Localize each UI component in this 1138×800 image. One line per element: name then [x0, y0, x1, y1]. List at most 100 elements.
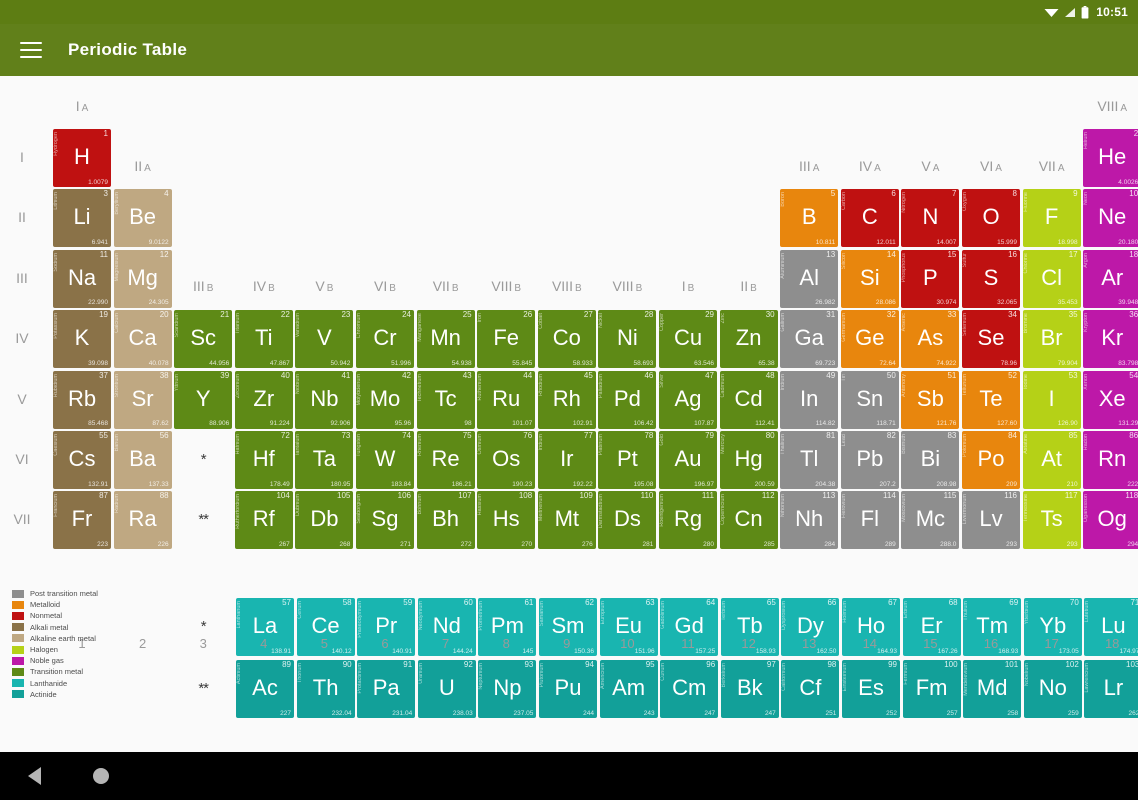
- element-cell-v[interactable]: Vanadium 23 V 50.942: [295, 310, 354, 369]
- element-cell-no[interactable]: Nobelium 102 No 259: [1023, 660, 1082, 718]
- element-cell-cl[interactable]: Chlorine 17 Cl 35.453: [1022, 249, 1081, 308]
- element-cell-zn[interactable]: Zinc 30 Zn 65.38: [719, 310, 778, 369]
- element-cell-cf[interactable]: Californium 98 Cf 251: [781, 660, 840, 718]
- element-cell-lr[interactable]: Lawrencium 103 Lr 262: [1084, 660, 1138, 718]
- element-cell-f[interactable]: Fluorine 9 F 18.998: [1022, 189, 1081, 248]
- element-cell-cu[interactable]: Copper 29 Cu 63.546: [659, 310, 717, 369]
- element-cell-ba[interactable]: Barium 56 Ba 137.33: [113, 431, 172, 489]
- home-circle-icon[interactable]: [93, 768, 109, 784]
- element-cell-pa[interactable]: Protactinium 91 Pa 231.04: [357, 660, 416, 718]
- element-cell-sg[interactable]: Seaborgium 106 Sg 271: [356, 491, 414, 550]
- element-cell-s[interactable]: Sulfur 16 S 32.065: [962, 249, 1020, 308]
- element-cell-al[interactable]: Aluminium 13 Al 26.982: [780, 249, 839, 308]
- element-cell-xe[interactable]: Xenon 54 Xe 131.29: [1083, 370, 1138, 429]
- element-cell-nb[interactable]: Niobium 41 Nb 92.906: [295, 370, 354, 429]
- element-cell-li[interactable]: Lithium 3 Li 6.941: [53, 189, 111, 248]
- element-cell-ge[interactable]: Germanium 32 Ge 72.64: [840, 310, 899, 369]
- element-cell-kr[interactable]: Krypton 36 Kr 83.798: [1083, 310, 1138, 369]
- element-cell-se[interactable]: Selenium 34 Se 78.96: [962, 310, 1020, 369]
- element-cell-ru[interactable]: Ruthenium 44 Ru 101.07: [477, 370, 536, 429]
- element-cell-at[interactable]: Astatine 85 At 210: [1022, 431, 1081, 489]
- element-cell-pt[interactable]: Platinum 78 Pt 195.08: [598, 431, 657, 489]
- element-cell-c[interactable]: Carbon 6 C 12.011: [840, 189, 899, 248]
- element-cell-in[interactable]: Indium 49 In 114.82: [780, 370, 839, 429]
- element-cell-os[interactable]: Osmium 76 Os 190.23: [477, 431, 536, 489]
- element-cell-as[interactable]: Arsenic 33 As 74.922: [901, 310, 960, 369]
- element-cell-rg[interactable]: Roentgenium 111 Rg 280: [659, 491, 717, 550]
- element-cell-mc[interactable]: Moscovium 115 Mc 288.0: [901, 491, 960, 550]
- element-cell-i[interactable]: Iodine 53 I 126.90: [1022, 370, 1081, 429]
- element-cell-pd[interactable]: Palladium 46 Pd 106.42: [598, 370, 657, 429]
- element-cell-b[interactable]: Boron 5 B 10.811: [780, 189, 839, 248]
- element-cell-fe[interactable]: Iron 26 Fe 55.845: [477, 310, 536, 369]
- element-cell-pb[interactable]: Lead 82 Pb 207.2: [840, 431, 899, 489]
- element-cell-ta[interactable]: Tantalum 73 Ta 180.95: [295, 431, 354, 489]
- element-cell-cn[interactable]: Copernicium 112 Cn 285: [719, 491, 778, 550]
- element-cell-p[interactable]: Phosphorus 15 P 30.974: [901, 249, 960, 308]
- element-cell-w[interactable]: Tungsten 74 W 183.84: [356, 431, 414, 489]
- element-cell-ts[interactable]: Tennessine 117 Ts 293: [1022, 491, 1081, 550]
- element-cell-ne[interactable]: Neon 10 Ne 20.180: [1083, 189, 1138, 248]
- element-cell-ra[interactable]: Radium 88 Ra 226: [113, 491, 172, 550]
- element-cell-am[interactable]: Americium 95 Am 243: [599, 660, 658, 718]
- element-cell-ir[interactable]: Iridium 77 Ir 192.22: [537, 431, 596, 489]
- element-cell-mg[interactable]: Magnesium 12 Mg 24.305: [113, 249, 172, 308]
- element-cell-rf[interactable]: Rutherfordium 104 Rf 267: [234, 491, 293, 550]
- element-cell-tc[interactable]: Technetium 43 Tc 98: [416, 370, 475, 429]
- element-cell-ac[interactable]: Actinium 89 Ac 227: [236, 660, 294, 718]
- element-cell-ag[interactable]: Silver 47 Ag 107.87: [659, 370, 717, 429]
- element-cell-hg[interactable]: Mercury 80 Hg 200.59: [719, 431, 778, 489]
- element-cell-lv[interactable]: Livermorium 116 Lv 293: [962, 491, 1020, 550]
- element-cell-u[interactable]: Uranium 92 U 238.03: [417, 660, 476, 718]
- element-cell-re[interactable]: Rhenium 75 Re 186.21: [416, 431, 475, 489]
- element-cell-fl[interactable]: Flerovium 114 Fl 289: [840, 491, 899, 550]
- element-cell-sb[interactable]: Antimony 51 Sb 121.76: [901, 370, 960, 429]
- element-cell-nh[interactable]: Nihonium 113 Nh 284: [780, 491, 839, 550]
- element-cell-db[interactable]: Dubnium 105 Db 268: [295, 491, 354, 550]
- element-cell-na[interactable]: Sodium 11 Na 22.990: [53, 249, 111, 308]
- element-cell-rh[interactable]: Rhodium 45 Rh 102.91: [537, 370, 596, 429]
- element-cell-ni[interactable]: Nickel 28 Ni 58.693: [598, 310, 657, 369]
- element-cell-rb[interactable]: Rubidium 37 Rb 85.468: [53, 370, 111, 429]
- element-cell-bk[interactable]: Berkelium 97 Bk 247: [720, 660, 779, 718]
- element-cell-br[interactable]: Bromine 35 Br 79.904: [1022, 310, 1081, 369]
- element-cell-md[interactable]: Mendelevium 101 Md 258: [963, 660, 1022, 718]
- element-cell-n[interactable]: Nitrogen 7 N 14.007: [901, 189, 960, 248]
- element-cell-sr[interactable]: Strontium 38 Sr 87.62: [113, 370, 172, 429]
- element-cell-si[interactable]: Silicon 14 Si 28.086: [840, 249, 899, 308]
- element-cell-au[interactable]: Gold 79 Au 196.97: [659, 431, 717, 489]
- element-cell-be[interactable]: Beryllium 4 Be 9.0122: [113, 189, 172, 248]
- element-cell-np[interactable]: Neptunium 93 Np 237.05: [478, 660, 537, 718]
- element-cell-rn[interactable]: Radon 86 Rn 222: [1083, 431, 1138, 489]
- element-cell-y[interactable]: Yttrium 39 Y 88.906: [174, 370, 233, 429]
- element-cell-h[interactable]: Hydrogen 1 H 1.0079: [53, 129, 111, 187]
- element-cell-co[interactable]: Cobalt 27 Co 58.933: [537, 310, 596, 369]
- element-cell-sn[interactable]: Tin 50 Sn 118.71: [840, 370, 899, 429]
- element-cell-sc[interactable]: Scandium 21 Sc 44.956: [174, 310, 233, 369]
- element-cell-mn[interactable]: Manganese 25 Mn 54.938: [416, 310, 475, 369]
- element-cell-hs[interactable]: Hassium 108 Hs 270: [477, 491, 536, 550]
- element-cell-fm[interactable]: Fermium 100 Fm 257: [902, 660, 961, 718]
- element-cell-cs[interactable]: Caesium 55 Cs 132.91: [53, 431, 111, 489]
- element-cell-mt[interactable]: Meitnerium 109 Mt 276: [537, 491, 596, 550]
- element-cell-ti[interactable]: Titanium 22 Ti 47.867: [234, 310, 293, 369]
- element-cell-es[interactable]: Einsteinium 99 Es 252: [842, 660, 900, 718]
- element-cell-cd[interactable]: Cadmium 48 Cd 112.41: [719, 370, 778, 429]
- element-cell-te[interactable]: Tellurium 52 Te 127.60: [962, 370, 1020, 429]
- element-cell-fr[interactable]: Francium 87 Fr 223: [53, 491, 111, 550]
- element-cell-ga[interactable]: Gallium 31 Ga 69.723: [780, 310, 839, 369]
- element-cell-tl[interactable]: Thallium 81 Tl 204.38: [780, 431, 839, 489]
- element-cell-zr[interactable]: Zirconium 40 Zr 91.224: [234, 370, 293, 429]
- element-cell-po[interactable]: Polonium 84 Po 209: [962, 431, 1020, 489]
- element-cell-ar[interactable]: Argon 18 Ar 39.948: [1083, 249, 1138, 308]
- element-cell-k[interactable]: Potassium 19 K 39.098: [53, 310, 111, 369]
- element-cell-mo[interactable]: Molybdenum 42 Mo 95.96: [356, 370, 414, 429]
- element-cell-cr[interactable]: Chromium 24 Cr 51.996: [356, 310, 414, 369]
- element-cell-th[interactable]: Thorium 90 Th 232.04: [296, 660, 355, 718]
- element-cell-o[interactable]: Oxygen 8 O 15.999: [962, 189, 1020, 248]
- element-cell-cm[interactable]: Curium 96 Cm 247: [660, 660, 719, 718]
- element-cell-og[interactable]: Oganesson 118 Og 294: [1083, 491, 1138, 550]
- element-cell-ds[interactable]: Darmstadtium 110 Ds 281: [598, 491, 657, 550]
- element-cell-pu[interactable]: Plutonium 94 Pu 244: [539, 660, 597, 718]
- element-cell-hf[interactable]: Hafnium 72 Hf 178.49: [234, 431, 293, 489]
